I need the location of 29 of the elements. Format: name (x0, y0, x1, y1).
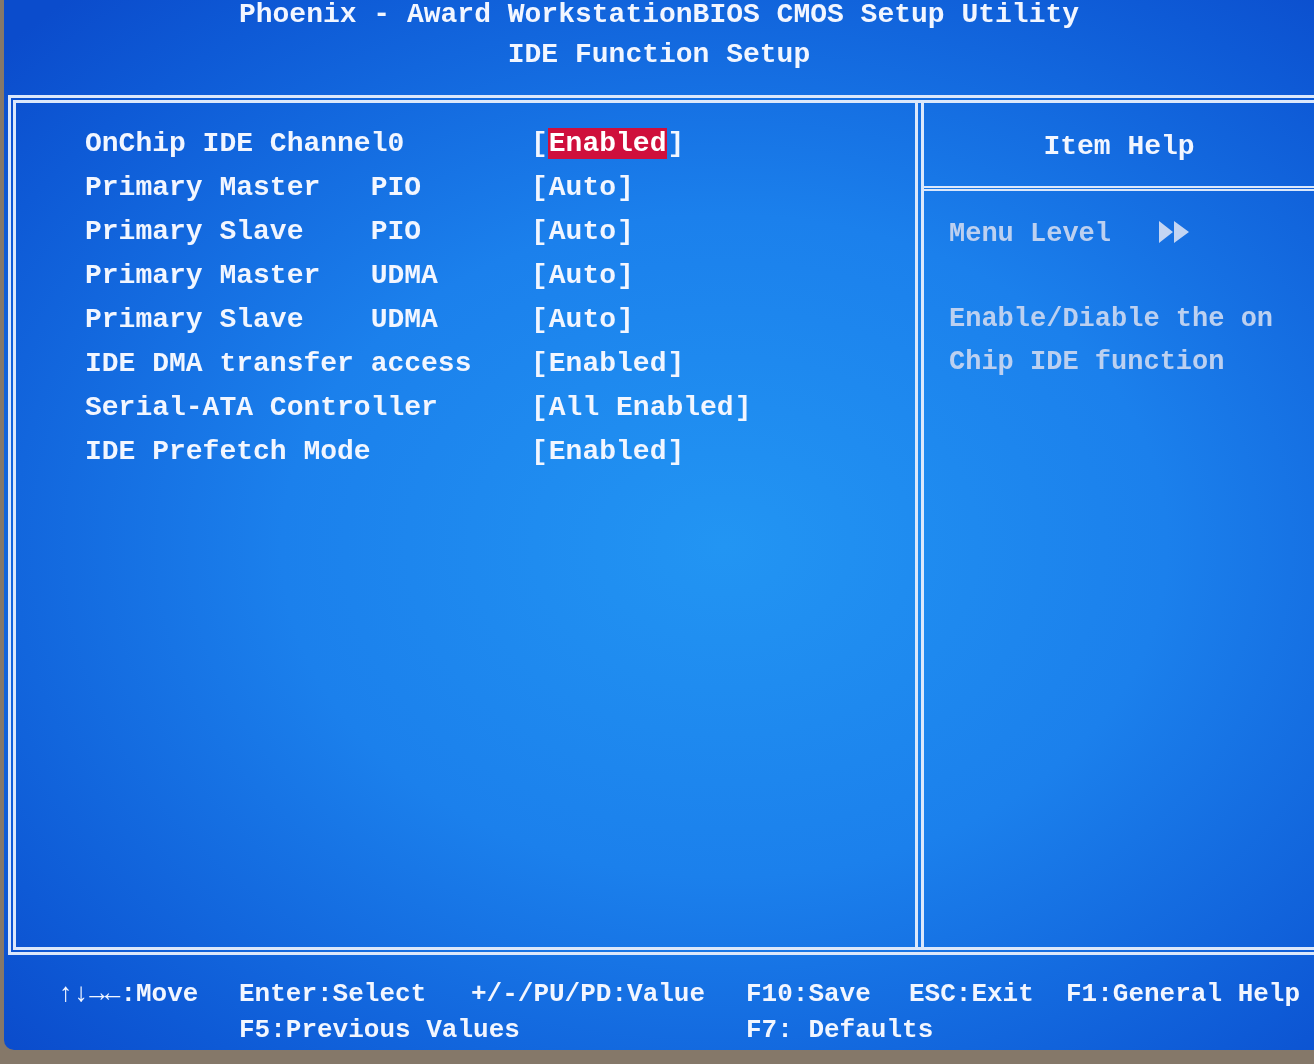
key-hint: F7: Defaults (746, 1014, 934, 1047)
key-hint: Enter:Select (239, 978, 427, 1011)
key-hint: F10:Save (746, 978, 871, 1011)
setting-value[interactable]: [Auto] (531, 298, 634, 342)
key-hint: F1:General Help (1066, 978, 1301, 1011)
help-heading: Item Help (1043, 131, 1195, 162)
setting-value[interactable]: [Auto] (531, 254, 634, 298)
key-hint: ↑↓→←:Move (58, 978, 199, 1011)
setting-label: OnChip IDE Channel0 (85, 127, 405, 161)
setting-value[interactable]: [Auto] (531, 166, 634, 210)
bios-title: Phoenix - Award WorkstationBIOS CMOS Setup Utility (237, 0, 1081, 30)
setting-label: Primary Slave UDMA (85, 303, 438, 337)
setting-value[interactable]: [Enabled] (531, 430, 685, 474)
setting-value[interactable]: [Auto] (531, 210, 634, 254)
key-hint: ESC:Exit (909, 978, 1034, 1011)
setting-value[interactable]: [Enabled] (531, 342, 685, 386)
key-hint: F5:Previous Values (239, 1014, 520, 1047)
setting-label: Primary Master PIO (85, 171, 422, 205)
setting-label: IDE DMA transfer access (85, 347, 472, 381)
setting-label: IDE Prefetch Mode (85, 435, 371, 469)
page-title: IDE Function Setup (506, 38, 812, 72)
setting-label: Primary Slave PIO (85, 215, 422, 249)
setting-label: Primary Master UDMA (85, 259, 438, 293)
setting-label: Serial-ATA Controller (85, 391, 438, 425)
setting-value[interactable]: [All Enabled] (531, 386, 752, 430)
help-text: Enable/Diable the on Chip IDE function (949, 303, 1275, 379)
key-hint: +/-/PU/PD:Value (471, 978, 706, 1011)
menu-level-label: Menu Level (949, 219, 1112, 249)
double-arrow-icon (1159, 221, 1190, 243)
